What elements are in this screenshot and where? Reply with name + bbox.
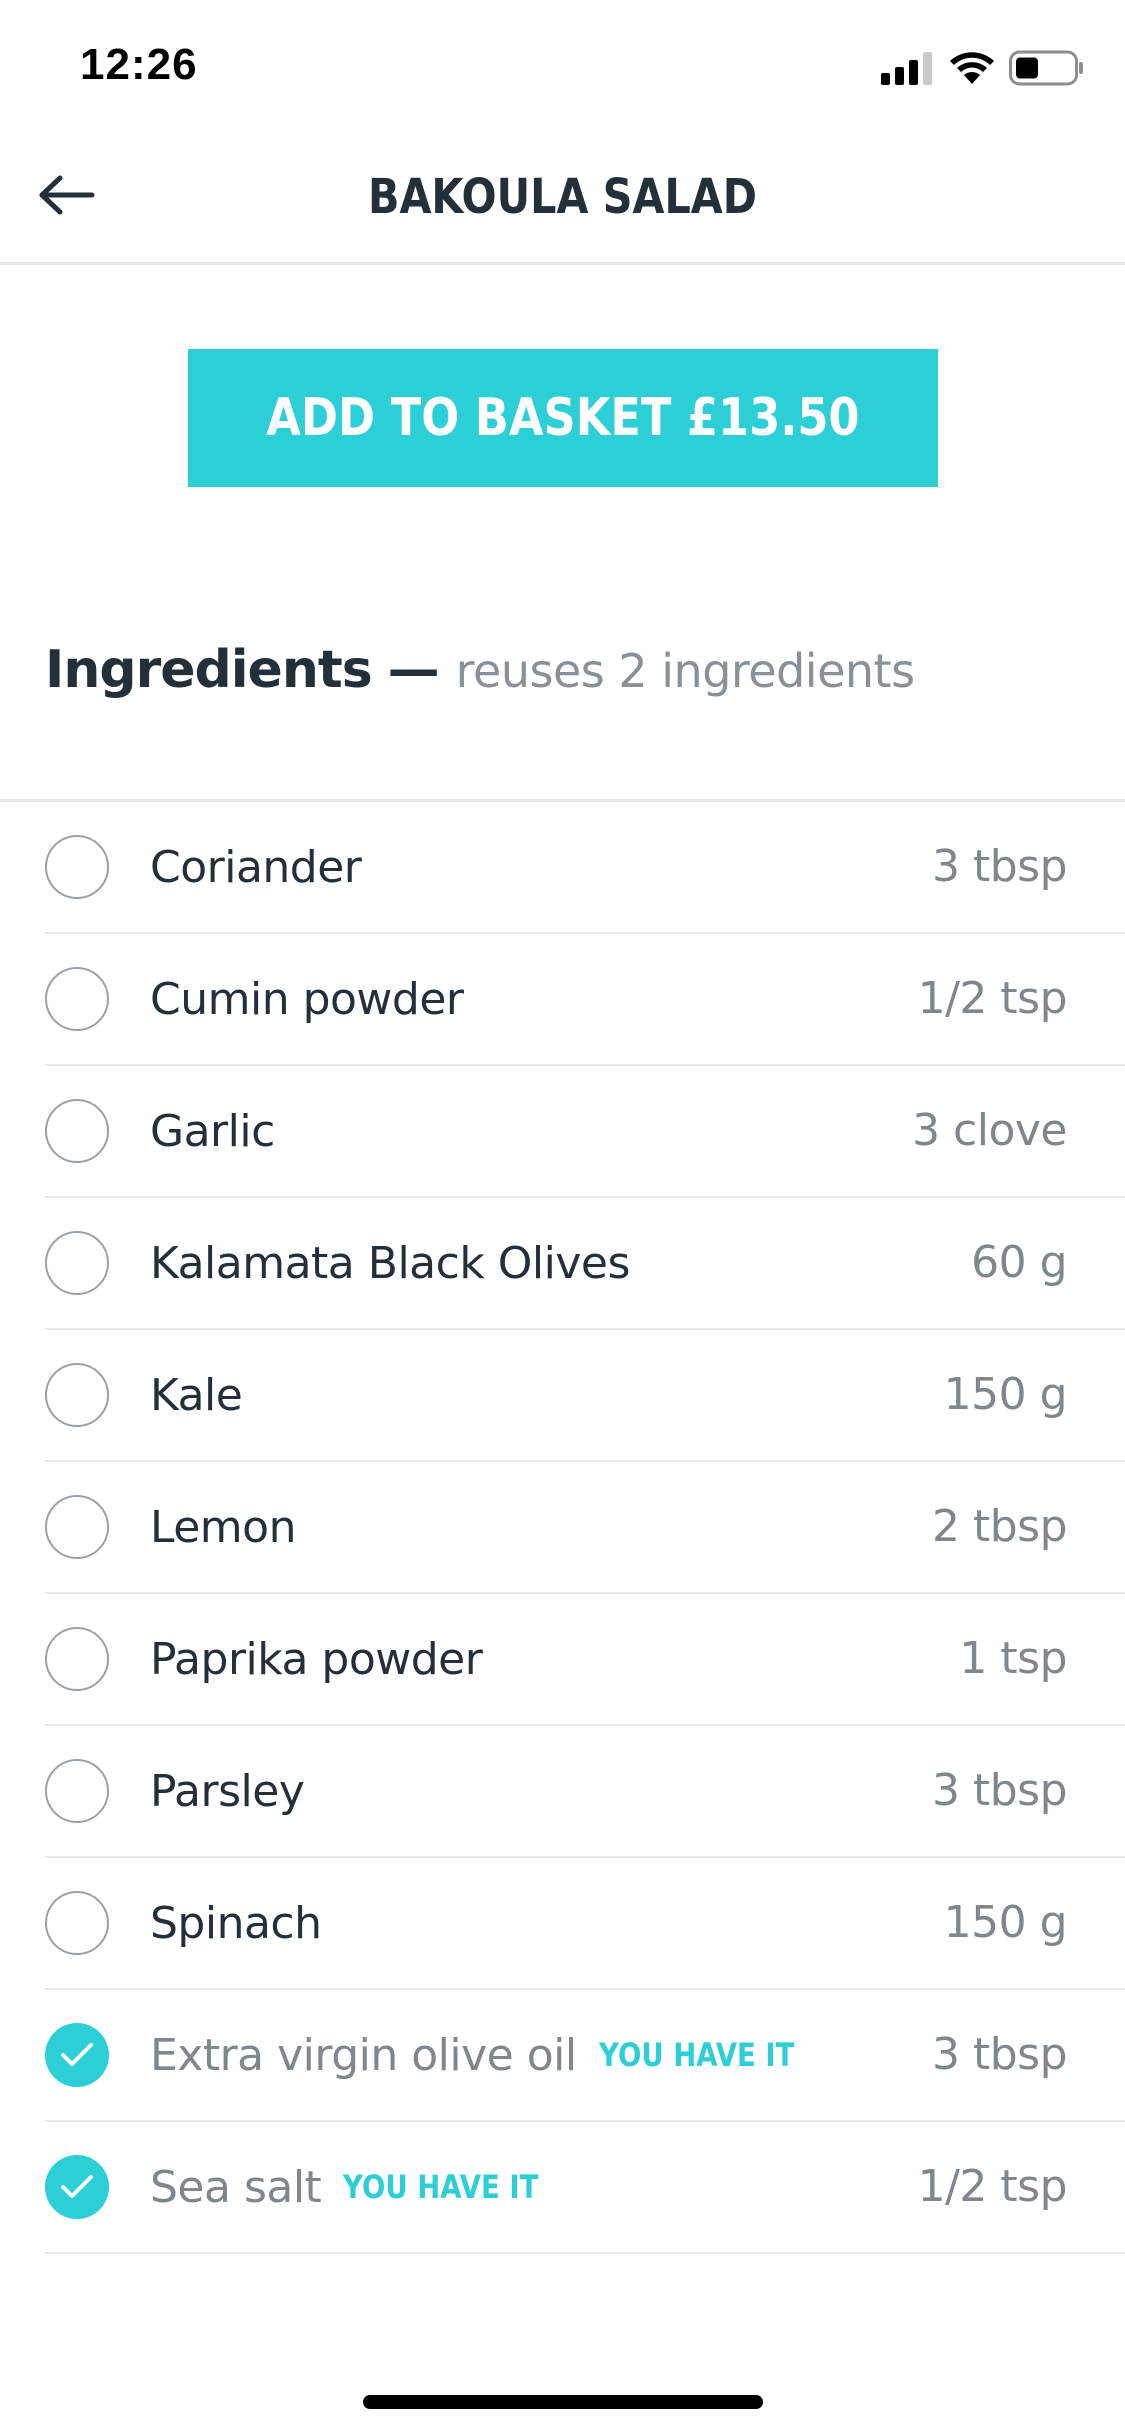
ingredient-quantity: 1 tsp (959, 1633, 1067, 1684)
checkbox[interactable] (45, 1363, 109, 1427)
ingredient-row[interactable]: Kalamata Black Olives YOU HAVE IT 60 g (0, 1198, 1125, 1330)
ingredient-row[interactable]: Sea salt YOU HAVE IT 1/2 tsp (0, 2122, 1125, 2254)
checkbox[interactable] (45, 1099, 109, 1163)
ingredient-quantity: 3 tbsp (931, 1765, 1068, 1816)
status-icons (881, 48, 1085, 92)
ingredient-row[interactable]: Paprika powder YOU HAVE IT 1 tsp (0, 1594, 1125, 1726)
page-title: BAKOULA SALAD (368, 169, 757, 225)
ingredient-row[interactable]: Cumin powder YOU HAVE IT 1/2 tsp (0, 934, 1125, 1066)
checkmark-icon (61, 2043, 93, 2066)
ingredient-row[interactable]: Lemon YOU HAVE IT 2 tbsp (0, 1462, 1125, 1594)
ingredient-name: Kalamata Black Olives (150, 1237, 630, 1289)
ingredient-quantity: 3 tbsp (931, 2029, 1068, 2080)
ingredient-row[interactable]: Garlic YOU HAVE IT 3 clove (0, 1066, 1125, 1198)
ingredients-header: Ingredients — reuses 2 ingredients (45, 640, 915, 720)
ingredient-name: Sea salt (150, 2161, 322, 2213)
ingredient-name: Parsley (150, 1765, 305, 1817)
ingredient-row[interactable]: Coriander YOU HAVE IT 3 tbsp (0, 802, 1125, 934)
ingredient-name: Garlic (150, 1105, 275, 1157)
checkbox[interactable] (45, 1231, 109, 1295)
you-have-it-badge: YOU HAVE IT (343, 2168, 539, 2206)
ingredient-name: Kale (150, 1369, 243, 1421)
checkbox[interactable] (45, 1627, 109, 1691)
checkbox[interactable] (45, 2155, 109, 2219)
ingredient-quantity: 1/2 tsp (917, 973, 1068, 1024)
nav-bar: BAKOULA SALAD (0, 132, 1125, 265)
ingredient-name: Extra virgin olive oil (150, 2029, 577, 2081)
status-bar: 12:26 (0, 0, 1125, 132)
ingredient-quantity: 150 g (943, 1897, 1068, 1948)
ingredient-quantity: 3 clove (912, 1105, 1067, 1156)
wifi-icon (949, 51, 995, 89)
ingredients-separator: — (387, 640, 440, 700)
ingredients-title: Ingredients (45, 640, 373, 700)
ingredients-subtitle: reuses 2 ingredients (455, 644, 915, 698)
ingredient-name: Coriander (150, 841, 362, 893)
ingredient-quantity: 2 tbsp (931, 1501, 1068, 1552)
ingredient-quantity: 60 g (971, 1237, 1067, 1288)
ingredient-quantity: 150 g (943, 1369, 1068, 1420)
ingredient-name: Cumin powder (150, 973, 464, 1025)
battery-icon (1009, 50, 1085, 90)
status-time: 12:26 (80, 40, 198, 89)
ingredient-row[interactable]: Kale YOU HAVE IT 150 g (0, 1330, 1125, 1462)
ingredient-quantity: 1/2 tsp (917, 2161, 1068, 2212)
ingredient-row[interactable]: Spinach YOU HAVE IT 150 g (0, 1858, 1125, 1990)
ingredient-name: Spinach (150, 1897, 322, 1949)
checkbox[interactable] (45, 1759, 109, 1823)
home-indicator[interactable] (363, 2395, 763, 2409)
checkbox[interactable] (45, 1495, 109, 1559)
ingredient-quantity: 3 tbsp (931, 841, 1068, 892)
checkbox[interactable] (45, 967, 109, 1031)
ingredient-row[interactable]: Extra virgin olive oil YOU HAVE IT 3 tbs… (0, 1990, 1125, 2122)
ingredient-name: Paprika powder (150, 1633, 483, 1685)
checkbox[interactable] (45, 835, 109, 899)
checkmark-icon (61, 2175, 93, 2198)
checkbox[interactable] (45, 2023, 109, 2087)
ingredient-list: Coriander YOU HAVE IT 3 tbsp Cumin powde… (0, 802, 1125, 2254)
add-to-basket-button[interactable]: ADD TO BASKET £13.50 (188, 349, 938, 487)
you-have-it-badge: YOU HAVE IT (598, 2036, 794, 2074)
ingredient-name: Lemon (150, 1501, 296, 1553)
cellular-signal-icon (881, 51, 935, 89)
ingredient-row[interactable]: Parsley YOU HAVE IT 3 tbsp (0, 1726, 1125, 1858)
add-to-basket-label: ADD TO BASKET £13.50 (266, 388, 860, 448)
checkbox[interactable] (45, 1891, 109, 1955)
